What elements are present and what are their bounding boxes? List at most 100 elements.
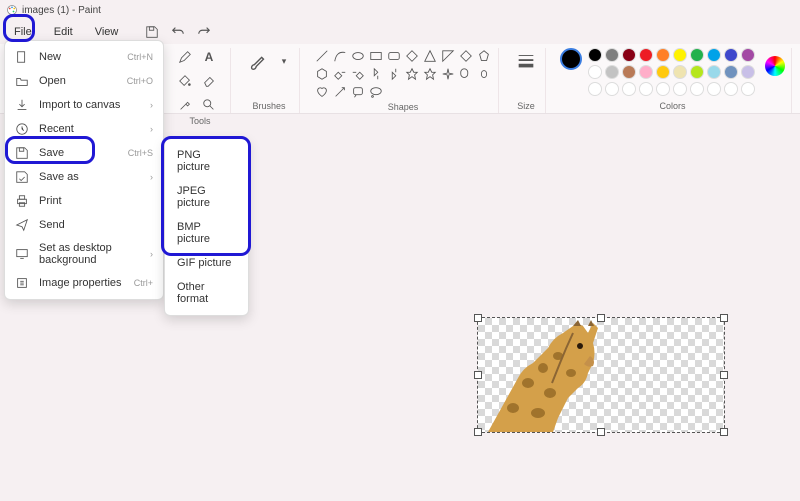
color-swatch[interactable] (724, 48, 738, 62)
handle-tr[interactable] (720, 314, 728, 322)
shape-11[interactable] (332, 66, 348, 82)
saveas-item-3[interactable]: GIF picture (165, 251, 248, 275)
shape-20[interactable] (314, 84, 330, 100)
save-icon[interactable] (142, 22, 162, 42)
shape-2[interactable] (350, 48, 366, 64)
shape-15[interactable] (404, 66, 420, 82)
color-swatch[interactable] (741, 48, 755, 62)
color-swatch[interactable] (588, 82, 602, 96)
handle-bm[interactable] (597, 428, 605, 436)
menu-view[interactable]: View (85, 24, 129, 40)
color-swatch[interactable] (588, 65, 602, 79)
color-swatch[interactable] (656, 48, 670, 62)
shape-9[interactable] (476, 48, 492, 64)
color-swatch[interactable] (707, 48, 721, 62)
handle-bl[interactable] (474, 428, 482, 436)
file-menu-props[interactable]: Image propertiesCtrl+ (5, 271, 163, 295)
shape-22[interactable] (350, 84, 366, 100)
size-icon[interactable] (513, 48, 539, 74)
shape-12[interactable] (350, 66, 366, 82)
dd-label: Open (39, 75, 117, 87)
shape-23[interactable] (368, 84, 384, 100)
shape-8[interactable] (458, 48, 474, 64)
shape-5[interactable] (404, 48, 420, 64)
eraser-icon[interactable] (200, 72, 218, 90)
dd-label: PNG picture (177, 149, 236, 173)
file-menu-print[interactable]: Print (5, 189, 163, 213)
handle-ml[interactable] (474, 371, 482, 379)
color-swatch[interactable] (707, 65, 721, 79)
handle-mr[interactable] (720, 371, 728, 379)
color-swatch[interactable] (673, 65, 687, 79)
color-swatch[interactable] (707, 82, 721, 96)
saveas-item-2[interactable]: BMP picture (165, 215, 248, 251)
color-swatch[interactable] (639, 82, 653, 96)
text-icon[interactable]: A (200, 48, 218, 66)
color-swatch[interactable] (605, 65, 619, 79)
color-swatch[interactable] (690, 48, 704, 62)
canvas-selection[interactable] (478, 318, 724, 432)
shape-13[interactable] (368, 66, 384, 82)
dd-label: Save (39, 147, 118, 159)
color-swatch[interactable] (639, 48, 653, 62)
color-swatch[interactable] (605, 82, 619, 96)
color-swatch[interactable] (690, 82, 704, 96)
file-menu-recent[interactable]: Recent› (5, 117, 163, 141)
shape-3[interactable] (368, 48, 384, 64)
color-swatch[interactable] (690, 65, 704, 79)
shape-4[interactable] (386, 48, 402, 64)
shape-16[interactable] (422, 66, 438, 82)
handle-tm[interactable] (597, 314, 605, 322)
color-swatch[interactable] (673, 48, 687, 62)
selected-color[interactable] (560, 48, 582, 70)
file-menu-open[interactable]: OpenCtrl+O (5, 69, 163, 93)
file-menu-import[interactable]: Import to canvas› (5, 93, 163, 117)
brush-icon[interactable] (245, 48, 271, 74)
handle-tl[interactable] (474, 314, 482, 322)
color-swatch[interactable] (724, 65, 738, 79)
shape-17[interactable] (440, 66, 456, 82)
menu-edit[interactable]: Edit (44, 24, 83, 40)
chevron-down-icon[interactable]: ▾ (275, 52, 293, 70)
undo-icon[interactable] (168, 22, 188, 42)
saveas-item-0[interactable]: PNG picture (165, 143, 248, 179)
shape-21[interactable] (332, 84, 348, 100)
file-menu-send[interactable]: Send (5, 213, 163, 237)
color-swatch[interactable] (656, 65, 670, 79)
shape-1[interactable] (332, 48, 348, 64)
saveas-icon (15, 170, 29, 184)
color-swatch[interactable] (741, 65, 755, 79)
file-menu-save[interactable]: SaveCtrl+S (5, 141, 163, 165)
redo-icon[interactable] (194, 22, 214, 42)
file-menu-desktop[interactable]: Set as desktop background› (5, 237, 163, 271)
color-swatch[interactable] (622, 65, 636, 79)
menu-file[interactable]: File (4, 24, 42, 40)
magnifier-icon[interactable] (200, 96, 218, 114)
color-swatch[interactable] (605, 48, 619, 62)
bucket-icon[interactable] (176, 72, 194, 90)
color-swatch[interactable] (656, 82, 670, 96)
file-menu-saveas[interactable]: Save as› (5, 165, 163, 189)
color-swatch[interactable] (639, 65, 653, 79)
file-menu-new[interactable]: NewCtrl+N (5, 45, 163, 69)
shape-7[interactable] (440, 48, 456, 64)
shape-6[interactable] (422, 48, 438, 64)
color-swatch[interactable] (622, 82, 636, 96)
shape-0[interactable] (314, 48, 330, 64)
color-swatch[interactable] (724, 82, 738, 96)
color-swatch[interactable] (622, 48, 636, 62)
shape-19[interactable] (476, 66, 492, 82)
shape-10[interactable] (314, 66, 330, 82)
color-swatch[interactable] (741, 82, 755, 96)
saveas-item-1[interactable]: JPEG picture (165, 179, 248, 215)
shape-18[interactable] (458, 66, 474, 82)
dd-label: Print (39, 195, 153, 207)
saveas-item-4[interactable]: Other format (165, 275, 248, 311)
eyedropper-icon[interactable] (176, 96, 194, 114)
color-swatch[interactable] (673, 82, 687, 96)
handle-br[interactable] (720, 428, 728, 436)
pencil-icon[interactable] (176, 48, 194, 66)
color-picker-icon[interactable] (765, 56, 785, 76)
color-swatch[interactable] (588, 48, 602, 62)
shape-14[interactable] (386, 66, 402, 82)
